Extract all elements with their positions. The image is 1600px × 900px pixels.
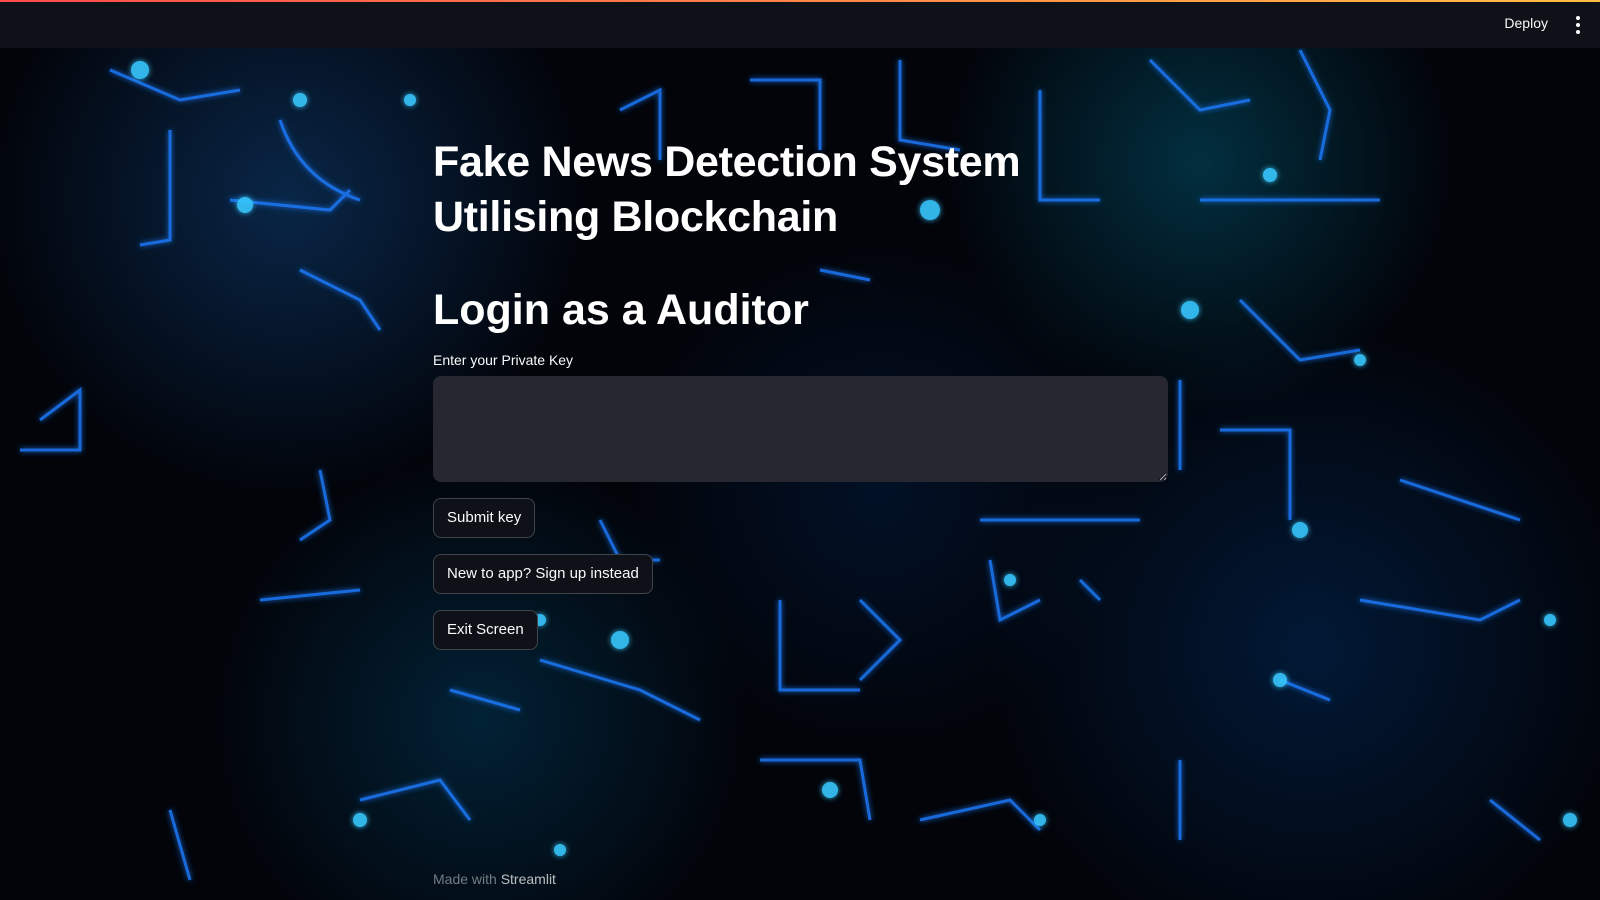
kebab-dot xyxy=(1576,16,1580,20)
submit-key-button[interactable]: Submit key xyxy=(433,498,536,538)
kebab-dot xyxy=(1576,23,1580,27)
private-key-input[interactable] xyxy=(433,376,1168,482)
login-heading: Login as a Auditor xyxy=(433,286,809,334)
footer-prefix: Made with xyxy=(433,871,497,887)
kebab-menu-icon[interactable] xyxy=(1573,16,1583,34)
exit-screen-button[interactable]: Exit Screen xyxy=(433,610,538,650)
main-content: Fake News Detection System Utilising Blo… xyxy=(433,135,1168,650)
footer: Made with Streamlit xyxy=(433,871,556,887)
signup-button[interactable]: New to app? Sign up instead xyxy=(433,554,653,594)
top-accent-line xyxy=(0,0,1600,2)
app-header: Deploy xyxy=(0,2,1600,48)
deploy-button[interactable]: Deploy xyxy=(1504,15,1548,31)
kebab-dot xyxy=(1576,30,1580,34)
private-key-label: Enter your Private Key xyxy=(433,352,574,368)
page-title: Fake News Detection System Utilising Blo… xyxy=(433,138,1021,241)
streamlit-link[interactable]: Streamlit xyxy=(501,871,556,887)
